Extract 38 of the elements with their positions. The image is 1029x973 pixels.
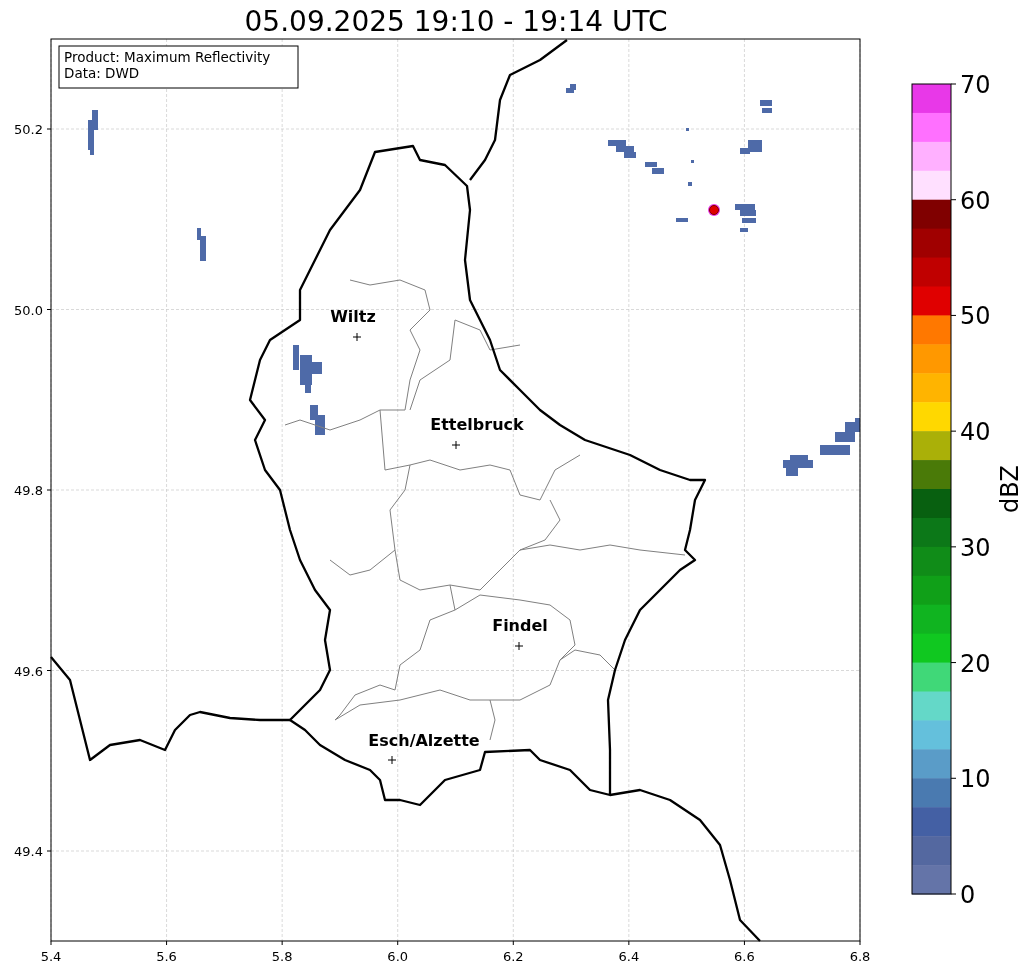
color-scale-label: dBZ bbox=[996, 464, 1024, 514]
x-axis-tick-label: 5.4 bbox=[40, 949, 62, 964]
city-label: Ettelbruck bbox=[430, 415, 524, 434]
city-label: Esch/Alzette bbox=[368, 731, 480, 750]
y-axis-tick-label: 49.8 bbox=[14, 483, 43, 498]
y-axis-tick-label: 49.4 bbox=[14, 844, 43, 859]
info-text: Data: DWD bbox=[64, 65, 140, 81]
x-axis-tick-label: 6.6 bbox=[734, 949, 755, 964]
city-label: Wiltz bbox=[330, 307, 376, 326]
rain-echo bbox=[88, 110, 98, 155]
city-marker-icon bbox=[514, 641, 524, 651]
x-axis-tick-label: 6.0 bbox=[387, 949, 409, 964]
color-scale-tick-label: 0 bbox=[960, 881, 976, 909]
color-scale-tick-label: 30 bbox=[960, 533, 991, 562]
city-marker-icon bbox=[387, 755, 397, 765]
color-scale-tick-label: 10 bbox=[960, 765, 991, 794]
rain-echo bbox=[566, 84, 576, 93]
color-scale-tick-label: 60 bbox=[960, 186, 991, 215]
color-scale-tick-label: 50 bbox=[960, 302, 991, 331]
city-marker-icon bbox=[451, 440, 461, 450]
x-axis-tick-label: 6.4 bbox=[618, 949, 640, 964]
x-axis-tick-label: 5.8 bbox=[271, 949, 293, 964]
x-axis-tick-label: 6.8 bbox=[849, 949, 871, 964]
y-axis-tick-label: 49.6 bbox=[14, 663, 43, 679]
y-axis-tick-label: 50.2 bbox=[14, 122, 43, 137]
city-marker-icon bbox=[352, 332, 362, 342]
city-label: Findel bbox=[492, 616, 548, 635]
storm-cell-dot bbox=[708, 204, 720, 216]
color-scale-tick-label: 40 bbox=[960, 418, 991, 447]
color-scale-tick-label: 20 bbox=[960, 649, 991, 678]
info-text: Product: Maximum Reflectivity bbox=[64, 49, 271, 65]
rain-echo bbox=[197, 228, 206, 261]
x-axis-tick-label: 5.6 bbox=[156, 949, 177, 964]
x-axis-tick-label: 6.2 bbox=[502, 949, 524, 964]
y-axis-tick-label: 50.0 bbox=[14, 302, 43, 318]
color-scale-tick-label: 70 bbox=[960, 71, 991, 99]
rain-echo bbox=[608, 140, 664, 174]
chart-title: 05.09.2025 19:10 - 19:14 UTC bbox=[244, 5, 668, 38]
